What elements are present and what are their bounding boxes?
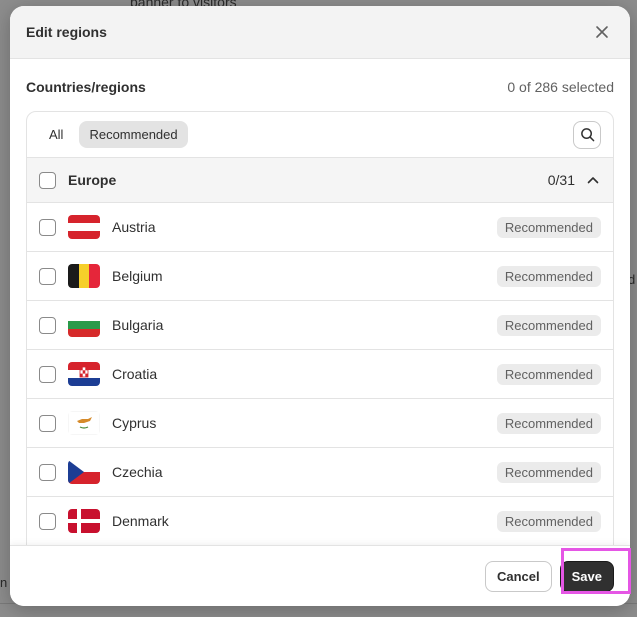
recommended-badge: Recommended xyxy=(496,265,601,287)
country-name: Belgium xyxy=(112,268,163,284)
country-name: Austria xyxy=(112,219,156,235)
recommended-badge: Recommended xyxy=(496,216,601,238)
country-row[interactable]: Belgium Recommended xyxy=(27,252,613,301)
save-highlight-box xyxy=(561,548,631,594)
country-name: Denmark xyxy=(112,513,169,529)
bulgaria-flag-icon xyxy=(68,313,100,337)
cyprus-flag-icon xyxy=(68,411,100,435)
modal-header: Edit regions xyxy=(10,6,630,59)
country-checkbox[interactable] xyxy=(39,218,56,236)
country-checkbox[interactable] xyxy=(39,414,56,432)
country-checkbox[interactable] xyxy=(39,463,56,481)
close-button[interactable] xyxy=(590,20,614,44)
country-row[interactable]: Bulgaria Recommended xyxy=(27,301,613,350)
croatia-flag-icon xyxy=(68,362,100,386)
country-row[interactable]: Czechia Recommended xyxy=(27,448,613,497)
belgium-flag-icon xyxy=(68,264,100,288)
close-icon xyxy=(596,26,608,38)
tab-recommended[interactable]: Recommended xyxy=(79,121,188,148)
modal-title: Edit regions xyxy=(26,24,107,40)
country-row[interactable]: Croatia Recommended xyxy=(27,350,613,399)
group-count: 0/31 xyxy=(547,172,575,188)
tabs: All Recommended xyxy=(39,121,188,148)
recommended-badge: Recommended xyxy=(496,510,601,532)
country-name: Bulgaria xyxy=(112,317,164,333)
country-row[interactable]: Cyprus Recommended xyxy=(27,399,613,448)
regions-card: All Recommended Europe 0/31 Austria Reco… xyxy=(26,111,614,561)
edit-regions-modal: Edit regions Countries/regions 0 of 286 … xyxy=(10,6,630,606)
country-row[interactable]: Denmark Recommended xyxy=(27,497,613,546)
modal-footer: Cancel Save xyxy=(10,545,630,606)
tabs-row: All Recommended xyxy=(27,112,613,158)
tab-all[interactable]: All xyxy=(39,121,73,148)
cancel-button[interactable]: Cancel xyxy=(484,560,552,592)
country-name: Cyprus xyxy=(112,415,157,431)
country-checkbox[interactable] xyxy=(39,512,56,530)
selected-count: 0 of 286 selected xyxy=(507,79,614,95)
background-text-left: n xyxy=(0,575,8,590)
czechia-flag-icon xyxy=(68,460,100,484)
chevron-up-icon xyxy=(587,177,599,184)
country-checkbox[interactable] xyxy=(39,365,56,383)
search-button[interactable] xyxy=(573,120,601,149)
collapse-button[interactable] xyxy=(585,172,601,188)
country-checkbox[interactable] xyxy=(39,316,56,334)
search-icon xyxy=(580,128,594,142)
recommended-badge: Recommended xyxy=(496,363,601,385)
section-header: Countries/regions 0 of 286 selected xyxy=(10,59,630,115)
group-checkbox[interactable] xyxy=(39,171,56,189)
country-checkbox[interactable] xyxy=(39,267,56,285)
denmark-flag-icon xyxy=(68,509,100,533)
group-label: Europe xyxy=(68,172,117,188)
country-row[interactable]: Austria Recommended xyxy=(27,203,613,252)
recommended-badge: Recommended xyxy=(496,412,601,434)
country-name: Croatia xyxy=(112,366,158,382)
recommended-badge: Recommended xyxy=(496,314,601,336)
group-row-europe[interactable]: Europe 0/31 xyxy=(27,158,613,203)
recommended-badge: Recommended xyxy=(496,461,601,483)
country-name: Czechia xyxy=(112,464,163,480)
austria-flag-icon xyxy=(68,215,100,239)
section-title: Countries/regions xyxy=(26,79,146,95)
